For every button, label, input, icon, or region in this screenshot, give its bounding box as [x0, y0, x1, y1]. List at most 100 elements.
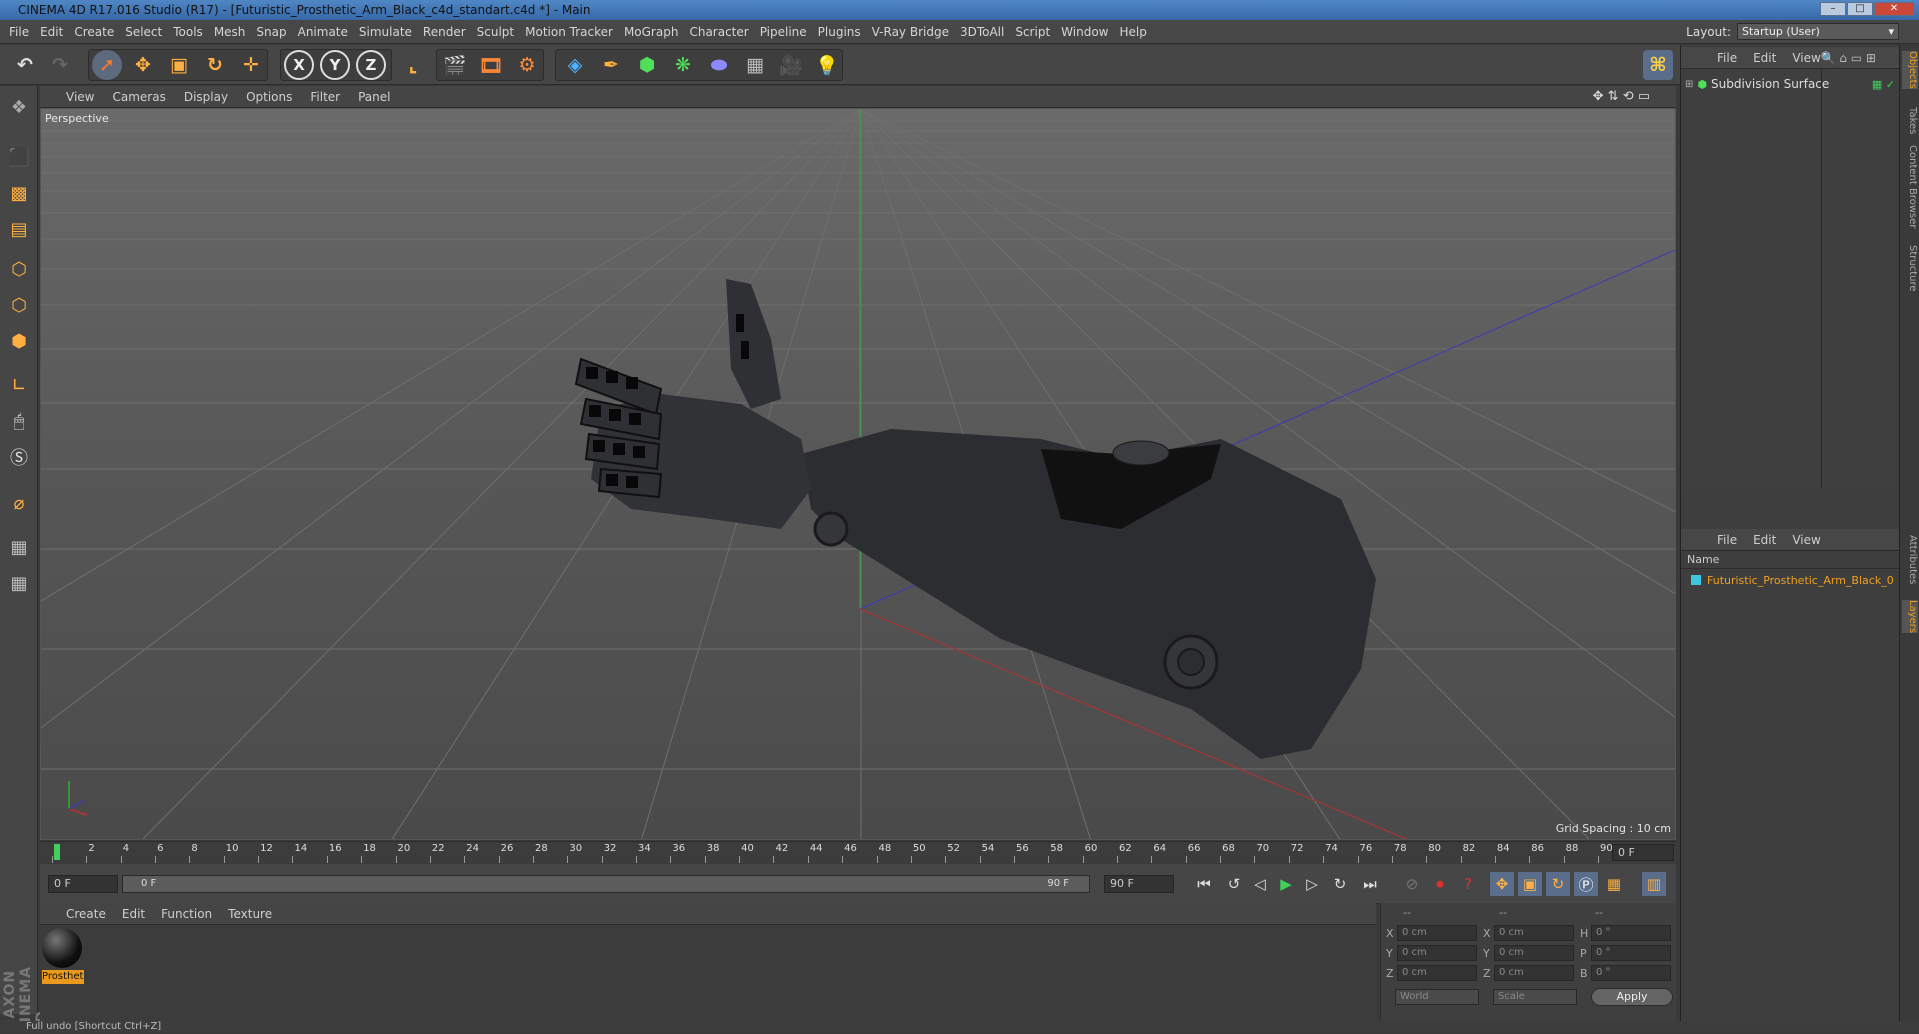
- viewport-menu-cameras[interactable]: Cameras: [112, 90, 165, 104]
- edit-render-settings-icon[interactable]: ⚙: [512, 50, 542, 80]
- camera-icon[interactable]: 🎥: [776, 50, 806, 80]
- tab-structure[interactable]: Structure: [1902, 245, 1918, 292]
- menu-render[interactable]: Render: [423, 25, 466, 39]
- position-z-field[interactable]: 0 cm: [1397, 965, 1477, 981]
- coordinate-mode-dropdown[interactable]: World: [1395, 989, 1479, 1005]
- object-menu-file[interactable]: File: [1717, 51, 1737, 65]
- viewport-menu-display[interactable]: Display: [184, 90, 228, 104]
- edges-mode-icon[interactable]: ⬡: [3, 290, 35, 320]
- rotation-p-field[interactable]: 0 °: [1591, 945, 1671, 961]
- points-mode-icon[interactable]: ⬡: [3, 254, 35, 284]
- material-menu-function[interactable]: Function: [161, 907, 212, 921]
- model-mode-icon[interactable]: ⬛: [3, 142, 35, 172]
- floor-icon[interactable]: ▦: [740, 50, 770, 80]
- y-axis-lock-button[interactable]: Y: [320, 50, 350, 80]
- live-selection-icon[interactable]: ➚: [92, 50, 122, 80]
- layer-menu-file[interactable]: File: [1717, 533, 1737, 547]
- menu-plugins[interactable]: Plugins: [818, 25, 861, 39]
- menu-motion-tracker[interactable]: Motion Tracker: [525, 25, 613, 39]
- next-key-icon[interactable]: ↻: [1328, 872, 1352, 896]
- size-x-field[interactable]: 0 cm: [1494, 925, 1574, 941]
- z-axis-lock-button[interactable]: Z: [356, 50, 386, 80]
- coordinate-system-icon[interactable]: ⌞: [398, 50, 428, 80]
- object-row-subdivision-surface[interactable]: ⊞ ⬢ Subdivision Surface ▦ ✓: [1685, 75, 1895, 93]
- axis-mode-icon[interactable]: ∟: [3, 370, 35, 400]
- cube-icon[interactable]: ◈: [560, 50, 590, 80]
- viewport-menu-filter[interactable]: Filter: [310, 90, 340, 104]
- previous-key-icon[interactable]: ↺: [1222, 872, 1246, 896]
- minimize-button[interactable]: –: [1820, 2, 1846, 16]
- object-manager-tools-icon[interactable]: 🔍 ⌂ ▭ ⊞: [1821, 51, 1876, 65]
- pen-spline-icon[interactable]: ✒: [596, 50, 626, 80]
- material-menu-texture[interactable]: Texture: [228, 907, 272, 921]
- move-icon[interactable]: ✥: [128, 50, 158, 80]
- transform-icon[interactable]: ✛: [236, 50, 266, 80]
- object-visibility-check-icon[interactable]: ▦ ✓: [1872, 78, 1895, 91]
- tweak-mode-icon[interactable]: 🖱: [3, 406, 35, 436]
- redo-icon[interactable]: ↷: [45, 50, 75, 80]
- menu-animate[interactable]: Animate: [298, 25, 348, 39]
- layout-dropdown[interactable]: Startup (User) ▾: [1737, 23, 1899, 40]
- play-icon[interactable]: ▶: [1274, 872, 1298, 896]
- menu-script[interactable]: Script: [1015, 25, 1050, 39]
- texture-mode-icon[interactable]: ▩: [3, 178, 35, 208]
- tab-takes[interactable]: Takes: [1902, 107, 1918, 134]
- key-position-icon[interactable]: ✥: [1490, 872, 1514, 896]
- position-x-field[interactable]: 0 cm: [1397, 925, 1477, 941]
- material-item[interactable]: Prosthet: [42, 928, 84, 984]
- viewport-menu-view[interactable]: View: [66, 90, 94, 104]
- close-button[interactable]: ✕: [1874, 2, 1914, 16]
- material-menu-create[interactable]: Create: [66, 907, 106, 921]
- key-scale-icon[interactable]: ▣: [1518, 872, 1542, 896]
- subdivision-surface-icon[interactable]: ⬢: [632, 50, 662, 80]
- record-active-icon[interactable]: ⏺: [1428, 872, 1452, 896]
- viewport-menu-panel[interactable]: Panel: [358, 90, 390, 104]
- position-y-field[interactable]: 0 cm: [1397, 945, 1477, 961]
- viewport-menu-options[interactable]: Options: [246, 90, 292, 104]
- rotate-icon[interactable]: ↻: [200, 50, 230, 80]
- layer-menu-edit[interactable]: Edit: [1753, 533, 1776, 547]
- menu-pipeline[interactable]: Pipeline: [760, 25, 807, 39]
- object-menu-view[interactable]: View: [1792, 51, 1820, 65]
- tab-layers[interactable]: Layers: [1902, 600, 1918, 634]
- menu-snap[interactable]: Snap: [256, 25, 286, 39]
- make-editable-icon[interactable]: ❖: [3, 92, 35, 122]
- menu-create[interactable]: Create: [74, 25, 114, 39]
- expand-icon[interactable]: ⊞: [1685, 79, 1693, 90]
- layer-row[interactable]: Futuristic_Prosthetic_Arm_Black_0: [1691, 572, 1896, 588]
- workplane-mode-icon[interactable]: ▤: [3, 214, 35, 244]
- material-menu-edit[interactable]: Edit: [122, 907, 145, 921]
- frame-range-slider[interactable]: 0 F 90 F: [122, 875, 1090, 893]
- 3d-viewport[interactable]: Perspective Grid Spacing : 10 cm: [40, 108, 1676, 840]
- layer-menu-view[interactable]: View: [1792, 533, 1820, 547]
- tab-attributes[interactable]: Attributes: [1902, 535, 1918, 584]
- menu-mograph[interactable]: MoGraph: [624, 25, 679, 39]
- apply-button[interactable]: Apply: [1591, 988, 1673, 1006]
- menu-vray-bridge[interactable]: V-Ray Bridge: [872, 25, 949, 39]
- tab-objects[interactable]: Objects: [1902, 51, 1918, 89]
- polygons-mode-icon[interactable]: ⬢: [3, 326, 35, 356]
- size-y-field[interactable]: 0 cm: [1494, 945, 1574, 961]
- menu-help[interactable]: Help: [1119, 25, 1146, 39]
- cloner-icon[interactable]: ❋: [668, 50, 698, 80]
- object-menu-edit[interactable]: Edit: [1753, 51, 1776, 65]
- key-parameter-icon[interactable]: Ⓟ: [1574, 872, 1598, 896]
- render-to-picture-viewer-icon[interactable]: 🎞: [476, 50, 506, 80]
- menu-mesh[interactable]: Mesh: [214, 25, 246, 39]
- scale-icon[interactable]: ▣: [164, 50, 194, 80]
- rotation-h-field[interactable]: 0 °: [1591, 925, 1671, 941]
- menu-select[interactable]: Select: [125, 25, 162, 39]
- undo-icon[interactable]: ↶: [10, 50, 40, 80]
- timeline-ruler[interactable]: 0246810121416182022242628303234363840424…: [40, 841, 1676, 863]
- auto-keying-icon[interactable]: ?: [1456, 872, 1480, 896]
- end-frame-field[interactable]: 90 F: [1104, 875, 1174, 893]
- go-to-end-icon[interactable]: ⏭: [1358, 872, 1382, 896]
- current-frame-field[interactable]: 0 F: [1612, 844, 1674, 861]
- menu-edit[interactable]: Edit: [40, 25, 63, 39]
- lock-workplane-icon[interactable]: ▦: [3, 532, 35, 562]
- key-pla-icon[interactable]: ▦: [1602, 872, 1626, 896]
- record-keys-disabled-icon[interactable]: ⊘: [1400, 872, 1424, 896]
- menu-simulate[interactable]: Simulate: [359, 25, 412, 39]
- menu-window[interactable]: Window: [1061, 25, 1108, 39]
- key-rotation-icon[interactable]: ↻: [1546, 872, 1570, 896]
